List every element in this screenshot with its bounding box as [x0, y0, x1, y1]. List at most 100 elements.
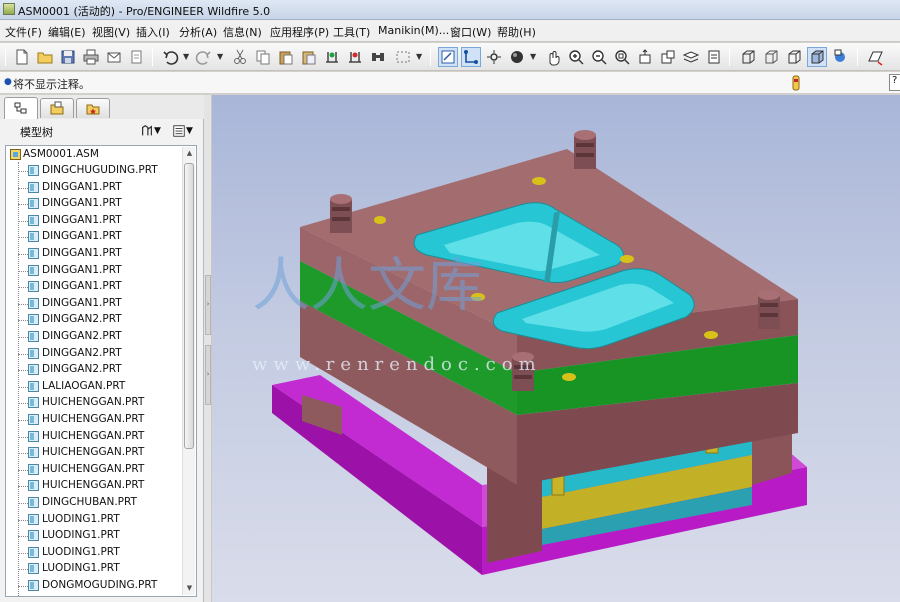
tree-item[interactable]: DINGGAN1.PRT — [6, 229, 184, 245]
assembly-icon — [10, 149, 21, 160]
tree-item[interactable]: DINGGAN2.PRT — [6, 362, 184, 378]
tree-item[interactable]: LUODING1.PRT — [6, 512, 184, 528]
hidden-line-icon[interactable] — [761, 47, 781, 67]
menu-edit[interactable]: 编辑(E) — [48, 24, 86, 40]
find-icon[interactable] — [368, 47, 388, 67]
menu-help[interactable]: 帮助(H) — [497, 24, 536, 40]
tree-item[interactable]: LUODING1.PRT — [6, 545, 184, 561]
layers-icon[interactable] — [681, 47, 701, 67]
menu-analysis[interactable]: 分析(A) — [179, 24, 217, 40]
filter-icon[interactable] — [788, 75, 804, 91]
open-icon[interactable] — [35, 47, 55, 67]
tree-item[interactable]: DINGGAN1.PRT — [6, 279, 184, 295]
shading-icon[interactable] — [807, 47, 827, 67]
reorient-icon[interactable] — [635, 47, 655, 67]
tree-item[interactable]: HUICHENGGAN.PRT — [6, 395, 184, 411]
zoom-out-icon[interactable] — [589, 47, 609, 67]
scroll-up-icon[interactable]: ▲ — [183, 147, 196, 160]
tree-scrollbar[interactable]: ▲ ▼ — [182, 147, 195, 595]
model-tree-tab[interactable] — [4, 97, 38, 119]
tree-item[interactable]: DINGGAN2.PRT — [6, 312, 184, 328]
folder-browser-tab[interactable] — [40, 98, 74, 118]
wireframe-icon[interactable] — [738, 47, 758, 67]
tree-item[interactable]: DINGGAN1.PRT — [6, 180, 184, 196]
saved-views-icon[interactable] — [658, 47, 678, 67]
settings-button[interactable]: ▼ — [140, 122, 161, 140]
menu-applications[interactable]: 应用程序(P) — [270, 24, 329, 40]
expand-handle[interactable]: › — [205, 345, 211, 405]
tree-item[interactable]: DINGCHUBAN.PRT — [6, 495, 184, 511]
tree-item[interactable]: DINGGAN1.PRT — [6, 213, 184, 229]
spin-center-icon[interactable] — [461, 47, 481, 67]
menu-view[interactable]: 视图(V) — [92, 24, 130, 40]
scroll-down-icon[interactable]: ▼ — [183, 582, 196, 595]
tree-item[interactable]: DINGGAN1.PRT — [6, 246, 184, 262]
tree-item[interactable]: LALIAOGAN.PRT — [6, 379, 184, 395]
tree-root-item[interactable]: ASM0001.ASM — [6, 147, 184, 163]
select-dropdown-icon[interactable]: ▼ — [416, 52, 422, 61]
save-icon[interactable] — [58, 47, 78, 67]
orient-mode-icon[interactable] — [543, 47, 563, 67]
print-icon[interactable] — [81, 47, 101, 67]
show-button[interactable]: ▼ — [172, 122, 193, 140]
panel-splitter[interactable]: › › — [204, 95, 212, 602]
copy-format-icon[interactable] — [127, 47, 147, 67]
appearance-icon[interactable] — [507, 47, 527, 67]
appearance-dropdown-icon[interactable]: ▼ — [530, 52, 536, 61]
new-icon[interactable] — [12, 47, 32, 67]
tree-item[interactable]: HUICHENGGAN.PRT — [6, 478, 184, 494]
mold-assembly-model[interactable]: 人人文库 www.renrendoc.com — [212, 95, 900, 602]
tree-item[interactable]: HUICHENGGAN.PRT — [6, 429, 184, 445]
cut-icon[interactable] — [230, 47, 250, 67]
menu-info[interactable]: 信息(N) — [223, 24, 262, 40]
menu-tools[interactable]: 工具(T) — [333, 24, 370, 40]
part-icon — [28, 530, 39, 542]
redo-dropdown-icon[interactable]: ▼ — [217, 52, 223, 61]
zoom-in-icon[interactable] — [566, 47, 586, 67]
tree-item-label: HUICHENGGAN.PRT — [42, 429, 145, 442]
copy-icon[interactable] — [253, 47, 273, 67]
tree-item[interactable]: HUICHENGGAN.PRT — [6, 412, 184, 428]
tree-item-label: DINGGAN2.PRT — [42, 363, 122, 376]
refit-icon[interactable] — [612, 47, 632, 67]
graphics-window[interactable]: 人人文库 www.renrendoc.com — [212, 95, 900, 602]
paste-special-icon[interactable] — [299, 47, 319, 67]
tree-item[interactable]: DINGCHUGUDING.PRT — [6, 163, 184, 179]
menu-bar: 文件(F) 编辑(E) 视图(V) 插入(I) 分析(A) 信息(N) 应用程序… — [0, 20, 900, 42]
tree-item[interactable]: DINGGAN1.PRT — [6, 296, 184, 312]
no-hidden-icon[interactable] — [784, 47, 804, 67]
menu-file[interactable]: 文件(F) — [5, 24, 42, 40]
send-icon[interactable] — [104, 47, 124, 67]
view-manager-icon[interactable] — [704, 47, 724, 67]
tree-item[interactable]: DINGGAN2.PRT — [6, 329, 184, 345]
repaint-icon[interactable] — [438, 47, 458, 67]
named-views-icon[interactable] — [484, 47, 504, 67]
menu-manikin[interactable]: Manikin(M)... — [378, 24, 449, 37]
tree-item[interactable]: DONGMOGUDING.PRT — [6, 578, 184, 594]
tree-item[interactable]: LUODING1.PRT — [6, 528, 184, 544]
regenerate-icon[interactable] — [322, 47, 342, 67]
tree-item[interactable]: HUICHENGGAN.PRT — [6, 445, 184, 461]
tree-item[interactable]: DINGGAN1.PRT — [6, 263, 184, 279]
undo-icon[interactable] — [160, 47, 180, 67]
enhanced-realism-icon[interactable] — [830, 47, 850, 67]
scrollbar-thumb[interactable] — [184, 163, 194, 449]
collapse-handle[interactable]: › — [205, 275, 211, 335]
favorites-tab[interactable] — [76, 98, 110, 118]
paste-icon[interactable] — [276, 47, 296, 67]
part-icon — [28, 314, 39, 326]
tree-item[interactable]: HUICHENGGAN.PRT — [6, 462, 184, 478]
regenerate-manager-icon[interactable] — [345, 47, 365, 67]
datum-planes-icon[interactable] — [865, 47, 885, 67]
menu-insert[interactable]: 插入(I) — [136, 24, 170, 40]
tree-item-label: DINGGAN1.PRT — [42, 296, 122, 309]
tree-item[interactable]: DINGGAN2.PRT — [6, 346, 184, 362]
command-input[interactable]: ? — [889, 74, 900, 91]
select-box-icon[interactable] — [393, 47, 413, 67]
redo-icon[interactable] — [194, 47, 214, 67]
tree-item[interactable]: DINGGAN1.PRT — [6, 196, 184, 212]
undo-dropdown-icon[interactable]: ▼ — [183, 52, 189, 61]
tree-item-label: HUICHENGGAN.PRT — [42, 479, 145, 492]
tree-item[interactable]: LUODING1.PRT — [6, 561, 184, 577]
menu-window[interactable]: 窗口(W) — [450, 24, 491, 40]
